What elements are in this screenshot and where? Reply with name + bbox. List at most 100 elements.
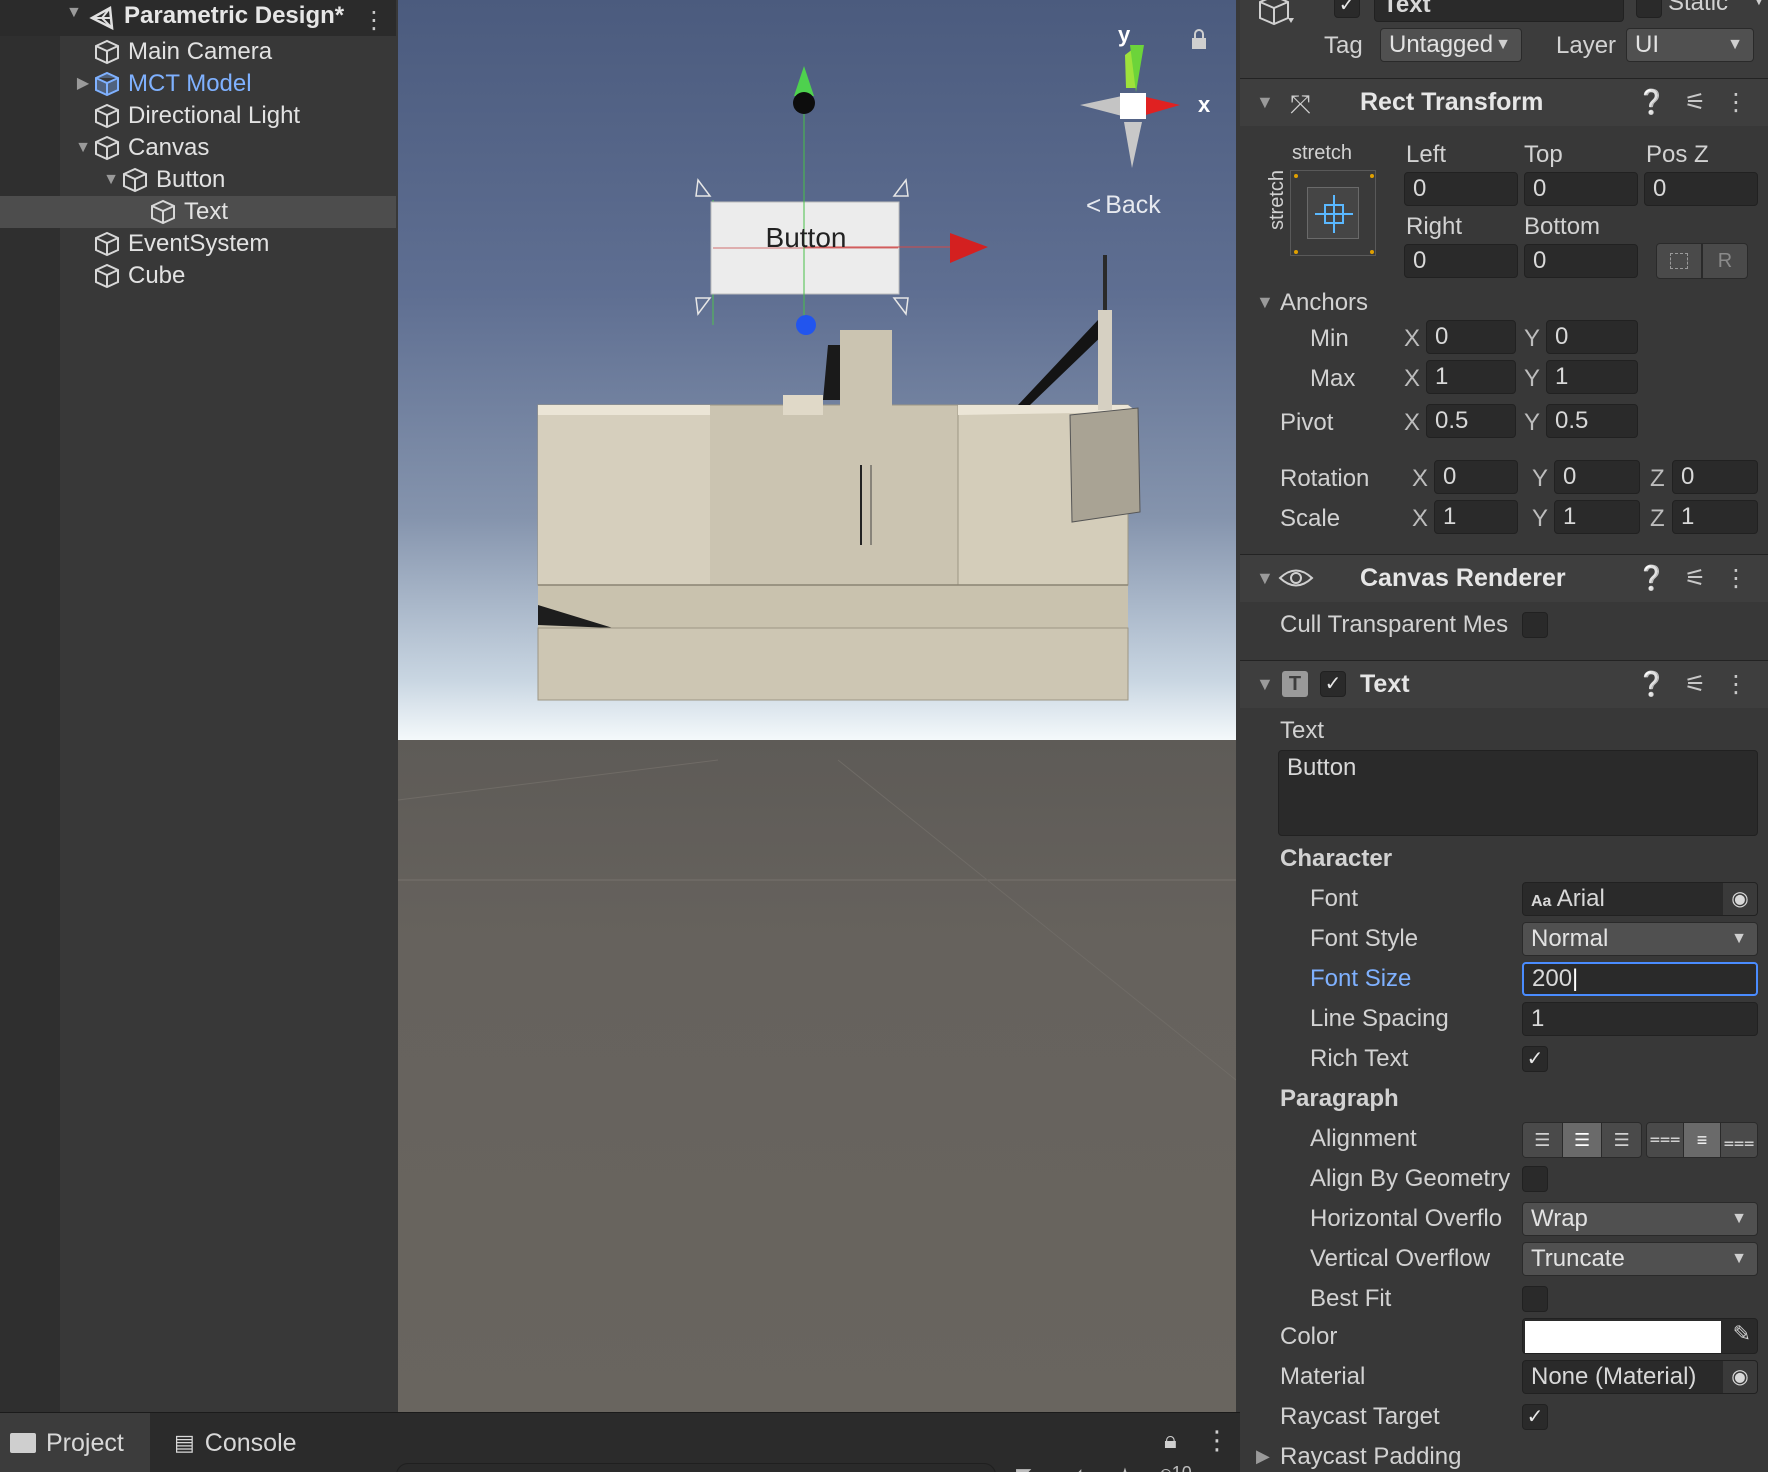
anchor-max-y-field[interactable]: 1 [1546, 360, 1638, 394]
align-top-icon[interactable]: ⩶ [1647, 1123, 1683, 1157]
component-menu-icon[interactable]: ⋮ [1724, 564, 1748, 593]
eyedropper-icon[interactable]: ✎ [1733, 1321, 1751, 1347]
line-spacing-field[interactable]: 1 [1522, 1002, 1758, 1036]
tab-project[interactable]: Project [0, 1413, 150, 1472]
gameobject-icon[interactable] [1254, 0, 1300, 36]
collapse-arrow-icon[interactable]: ▼ [1256, 568, 1274, 589]
object-picker-icon[interactable]: ◉ [1723, 1361, 1757, 1393]
color-field[interactable]: ✎ [1522, 1318, 1758, 1354]
horizontal-overflow-dropdown[interactable]: Wrap ▼ [1522, 1202, 1758, 1236]
font-size-field[interactable]: 200| [1522, 962, 1758, 996]
vertical-overflow-dropdown[interactable]: Truncate ▼ [1522, 1242, 1758, 1276]
scene-menu-icon[interactable]: ⋮ [362, 6, 386, 35]
cull-transparent-checkbox[interactable] [1522, 612, 1548, 638]
material-field[interactable]: None (Material) ◉ [1522, 1360, 1758, 1394]
top-field[interactable]: 0 [1524, 172, 1638, 206]
preset-icon[interactable]: ⚟ [1684, 564, 1706, 593]
collapse-arrow-icon[interactable]: ▼ [1256, 92, 1274, 113]
pivot-x-field[interactable]: 0.5 [1426, 404, 1516, 438]
hierarchy-item[interactable]: ▼ Canvas [0, 132, 396, 164]
lock-icon[interactable]: 🔒︎ [1164, 1427, 1177, 1455]
y-arrow-handle[interactable] [794, 66, 814, 96]
tag-dropdown[interactable]: Untagged ▼ [1380, 28, 1522, 62]
help-icon[interactable]: ❔ [1637, 670, 1667, 699]
hierarchy-item[interactable]: Text [0, 196, 396, 228]
anchor-min-y-field[interactable]: 0 [1546, 320, 1638, 354]
layer-dropdown[interactable]: UI ▼ [1626, 28, 1754, 62]
text-content-area[interactable]: Button [1278, 750, 1758, 836]
filter-icon[interactable]: ◢ [1066, 1463, 1081, 1472]
align-bottom-icon[interactable]: ⩶ [1721, 1123, 1757, 1157]
align-by-geometry-checkbox[interactable] [1522, 1166, 1548, 1192]
rotation-z-field[interactable]: 0 [1672, 460, 1758, 494]
static-dropdown-icon[interactable]: ▼ [1752, 0, 1766, 8]
panel-menu-icon[interactable]: ⋮ [1204, 1425, 1230, 1456]
text-enabled-checkbox[interactable]: ✓ [1320, 671, 1346, 697]
help-icon[interactable]: ❔ [1637, 564, 1667, 593]
scene-view[interactable]: y x Button < Back [398, 0, 1236, 1412]
rect-transform-header[interactable]: ▼ ⤧ Rect Transform ❔ ⚟ ⋮ [1240, 78, 1768, 126]
anchor-max-x-field[interactable]: 1 [1426, 360, 1516, 394]
scale-x-field[interactable]: 1 [1434, 500, 1518, 534]
align-center-icon[interactable]: ☰ [1561, 1123, 1603, 1157]
expand-arrow-icon[interactable]: ▼ [74, 132, 92, 164]
machine-model[interactable] [537, 255, 1141, 701]
expand-arrow-icon[interactable]: ▶ [74, 68, 92, 100]
anchor-min-x-field[interactable]: 0 [1426, 320, 1516, 354]
scale-y-field[interactable]: 1 [1554, 500, 1640, 534]
right-field[interactable]: 0 [1404, 244, 1518, 278]
object-picker-icon[interactable]: ◉ [1723, 883, 1757, 915]
hidden-packages-counter[interactable]: ⦸10 [1160, 1463, 1192, 1472]
favorite-icon[interactable]: ★ [1116, 1463, 1134, 1472]
orientation-gizmo[interactable] [1080, 45, 1180, 168]
anchor-preset-button[interactable] [1290, 170, 1376, 256]
left-field[interactable]: 0 [1404, 172, 1518, 206]
align-right-icon[interactable]: ☰ [1602, 1123, 1641, 1157]
z-handle-knob[interactable] [796, 315, 816, 335]
help-icon[interactable]: ❔ [1637, 88, 1667, 117]
align-middle-icon[interactable]: ≡ [1683, 1123, 1721, 1157]
rotation-y-field[interactable]: 0 [1554, 460, 1640, 494]
component-menu-icon[interactable]: ⋮ [1724, 88, 1748, 117]
preset-icon[interactable]: ⚟ [1684, 88, 1706, 117]
rich-text-checkbox[interactable]: ✓ [1522, 1046, 1548, 1072]
text-component-header[interactable]: ▼ T ✓ Text ❔ ⚟ ⋮ [1240, 660, 1768, 708]
back-view-button[interactable]: < Back [1086, 190, 1161, 221]
collapse-arrow-icon[interactable]: ▼ [1256, 674, 1274, 695]
y-handle-knob[interactable] [793, 92, 815, 114]
raycast-padding-foldout-icon[interactable]: ▶ [1256, 1446, 1270, 1467]
scene-header-row[interactable]: ▼ Parametric Design* [0, 0, 396, 36]
hierarchy-item[interactable]: EventSystem [0, 228, 396, 260]
rotation-x-field[interactable]: 0 [1434, 460, 1518, 494]
expand-arrow-icon[interactable]: ▼ [102, 164, 120, 196]
best-fit-checkbox[interactable] [1522, 1286, 1548, 1312]
hierarchy-item[interactable]: Directional Light [0, 100, 396, 132]
scene-expand-arrow[interactable]: ▼ [66, 4, 82, 22]
x-arrow-handle[interactable] [950, 233, 988, 263]
align-left-icon[interactable]: ☰ [1523, 1123, 1562, 1157]
color-swatch[interactable] [1525, 1321, 1721, 1349]
raycast-target-checkbox[interactable]: ✓ [1522, 1404, 1548, 1430]
blueprint-mode-button[interactable] [1656, 243, 1702, 279]
hierarchy-item[interactable]: Main Camera [0, 36, 396, 68]
static-checkbox[interactable] [1636, 0, 1662, 18]
canvas-renderer-header[interactable]: ▼ Canvas Renderer ❔ ⚟ ⋮ [1240, 554, 1768, 602]
create-icon[interactable]: ◤ [1016, 1463, 1031, 1472]
tab-console[interactable]: ▤ Console [160, 1413, 320, 1472]
project-search-input[interactable] [396, 1463, 996, 1472]
anchors-foldout-icon[interactable]: ▼ [1256, 292, 1274, 313]
hierarchy-item[interactable]: ▶ MCT Model [0, 68, 396, 100]
scale-z-field[interactable]: 1 [1672, 500, 1758, 534]
font-style-dropdown[interactable]: Normal ▼ [1522, 922, 1758, 956]
font-field[interactable]: Aa Arial ◉ [1522, 882, 1758, 916]
raw-edit-button[interactable]: R [1702, 243, 1748, 279]
preset-icon[interactable]: ⚟ [1684, 670, 1706, 699]
component-menu-icon[interactable]: ⋮ [1724, 670, 1748, 699]
pivot-y-field[interactable]: 0.5 [1546, 404, 1638, 438]
bottom-field[interactable]: 0 [1524, 244, 1638, 278]
posz-field[interactable]: 0 [1644, 172, 1758, 206]
active-checkbox[interactable]: ✓ [1334, 0, 1360, 18]
hierarchy-item[interactable]: Cube [0, 260, 396, 292]
hierarchy-item[interactable]: ▼ Button [0, 164, 396, 196]
scene-lock-icon[interactable] [1192, 29, 1206, 49]
